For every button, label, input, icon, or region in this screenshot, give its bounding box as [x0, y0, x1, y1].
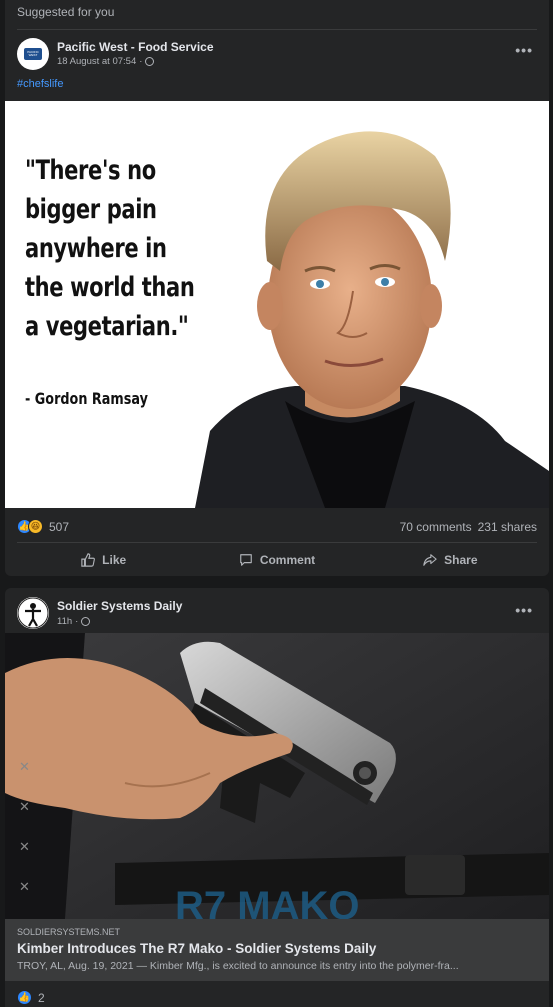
post-meta: 11h ·	[57, 616, 91, 627]
post-card: Soldier Systems Daily 11h · ••• R7 MAKO …	[5, 588, 549, 1007]
globe-icon	[145, 57, 155, 66]
post-card: Suggested for you PACIFIC WEST Pacific W…	[5, 0, 549, 576]
comment-label: Comment	[259, 553, 316, 567]
hashtag-link[interactable]: #chefslife	[17, 78, 63, 90]
thumbs-up-icon	[81, 553, 96, 567]
link-domain: SOLDIERSYSTEMS.NET	[17, 927, 121, 937]
divider	[17, 29, 537, 30]
shares-count[interactable]: 231 shares	[478, 520, 537, 534]
portrait-illustration	[195, 131, 549, 508]
comments-count[interactable]: 70 comments	[400, 520, 472, 534]
share-button[interactable]: Share	[364, 543, 537, 576]
pistol-photo-illustration: R7 MAKO	[5, 633, 549, 919]
meta-separator: ·	[139, 56, 143, 67]
post-image[interactable]: "There's no bigger pain anywhere in the …	[5, 101, 549, 508]
like-button[interactable]: Like	[17, 543, 190, 576]
page-name[interactable]: Soldier Systems Daily	[57, 599, 182, 613]
like-label: Like	[102, 553, 127, 567]
link-preview-image[interactable]: R7 MAKO ✕ ✕ ✕ ✕	[5, 633, 549, 919]
comment-button[interactable]: Comment	[190, 543, 363, 576]
meta-separator: ·	[75, 616, 79, 627]
page-avatar[interactable]: PACIFIC WEST	[17, 38, 49, 70]
close-icon: ✕	[19, 799, 30, 814]
link-title[interactable]: Kimber Introduces The R7 Mako - Soldier …	[17, 941, 537, 956]
post-timestamp[interactable]: 18 August at 07:54	[57, 56, 136, 67]
reaction-count[interactable]: 2	[38, 991, 45, 1005]
reaction-count[interactable]: 507	[49, 520, 69, 534]
share-icon	[423, 554, 437, 566]
soldier-logo-icon	[17, 597, 49, 629]
more-options-icon[interactable]: •••	[515, 602, 533, 618]
close-icon: ✕	[19, 879, 30, 894]
more-options-icon[interactable]: •••	[515, 42, 533, 58]
reactions-summary[interactable]: 👍 2	[17, 990, 537, 1005]
post-actions: Like Comment Share	[17, 543, 537, 576]
page-avatar[interactable]	[17, 597, 49, 629]
comment-icon	[239, 554, 252, 566]
post-meta: 18 August at 07:54 ·	[57, 56, 155, 67]
link-preview[interactable]: SOLDIERSYSTEMS.NET Kimber Introduces The…	[5, 919, 549, 981]
page-name[interactable]: Pacific West - Food Service	[57, 40, 214, 54]
close-icon: ✕	[19, 759, 30, 774]
reactions-summary[interactable]: 👍 😆 507 70 comments 231 shares	[17, 519, 537, 534]
link-description: TROY, AL, Aug. 19, 2021 — Kimber Mfg., i…	[17, 960, 459, 972]
like-reaction-icon: 👍	[17, 990, 32, 1005]
page-logo: PACIFIC WEST	[24, 48, 42, 60]
section-label: Suggested for you	[17, 5, 115, 19]
globe-icon	[81, 617, 91, 626]
close-icon: ✕	[19, 839, 30, 854]
share-label: Share	[444, 553, 478, 567]
haha-reaction-icon: 😆	[28, 519, 43, 534]
svg-text:R7 MAKO: R7 MAKO	[175, 884, 359, 919]
post-timestamp[interactable]: 11h	[57, 616, 72, 627]
